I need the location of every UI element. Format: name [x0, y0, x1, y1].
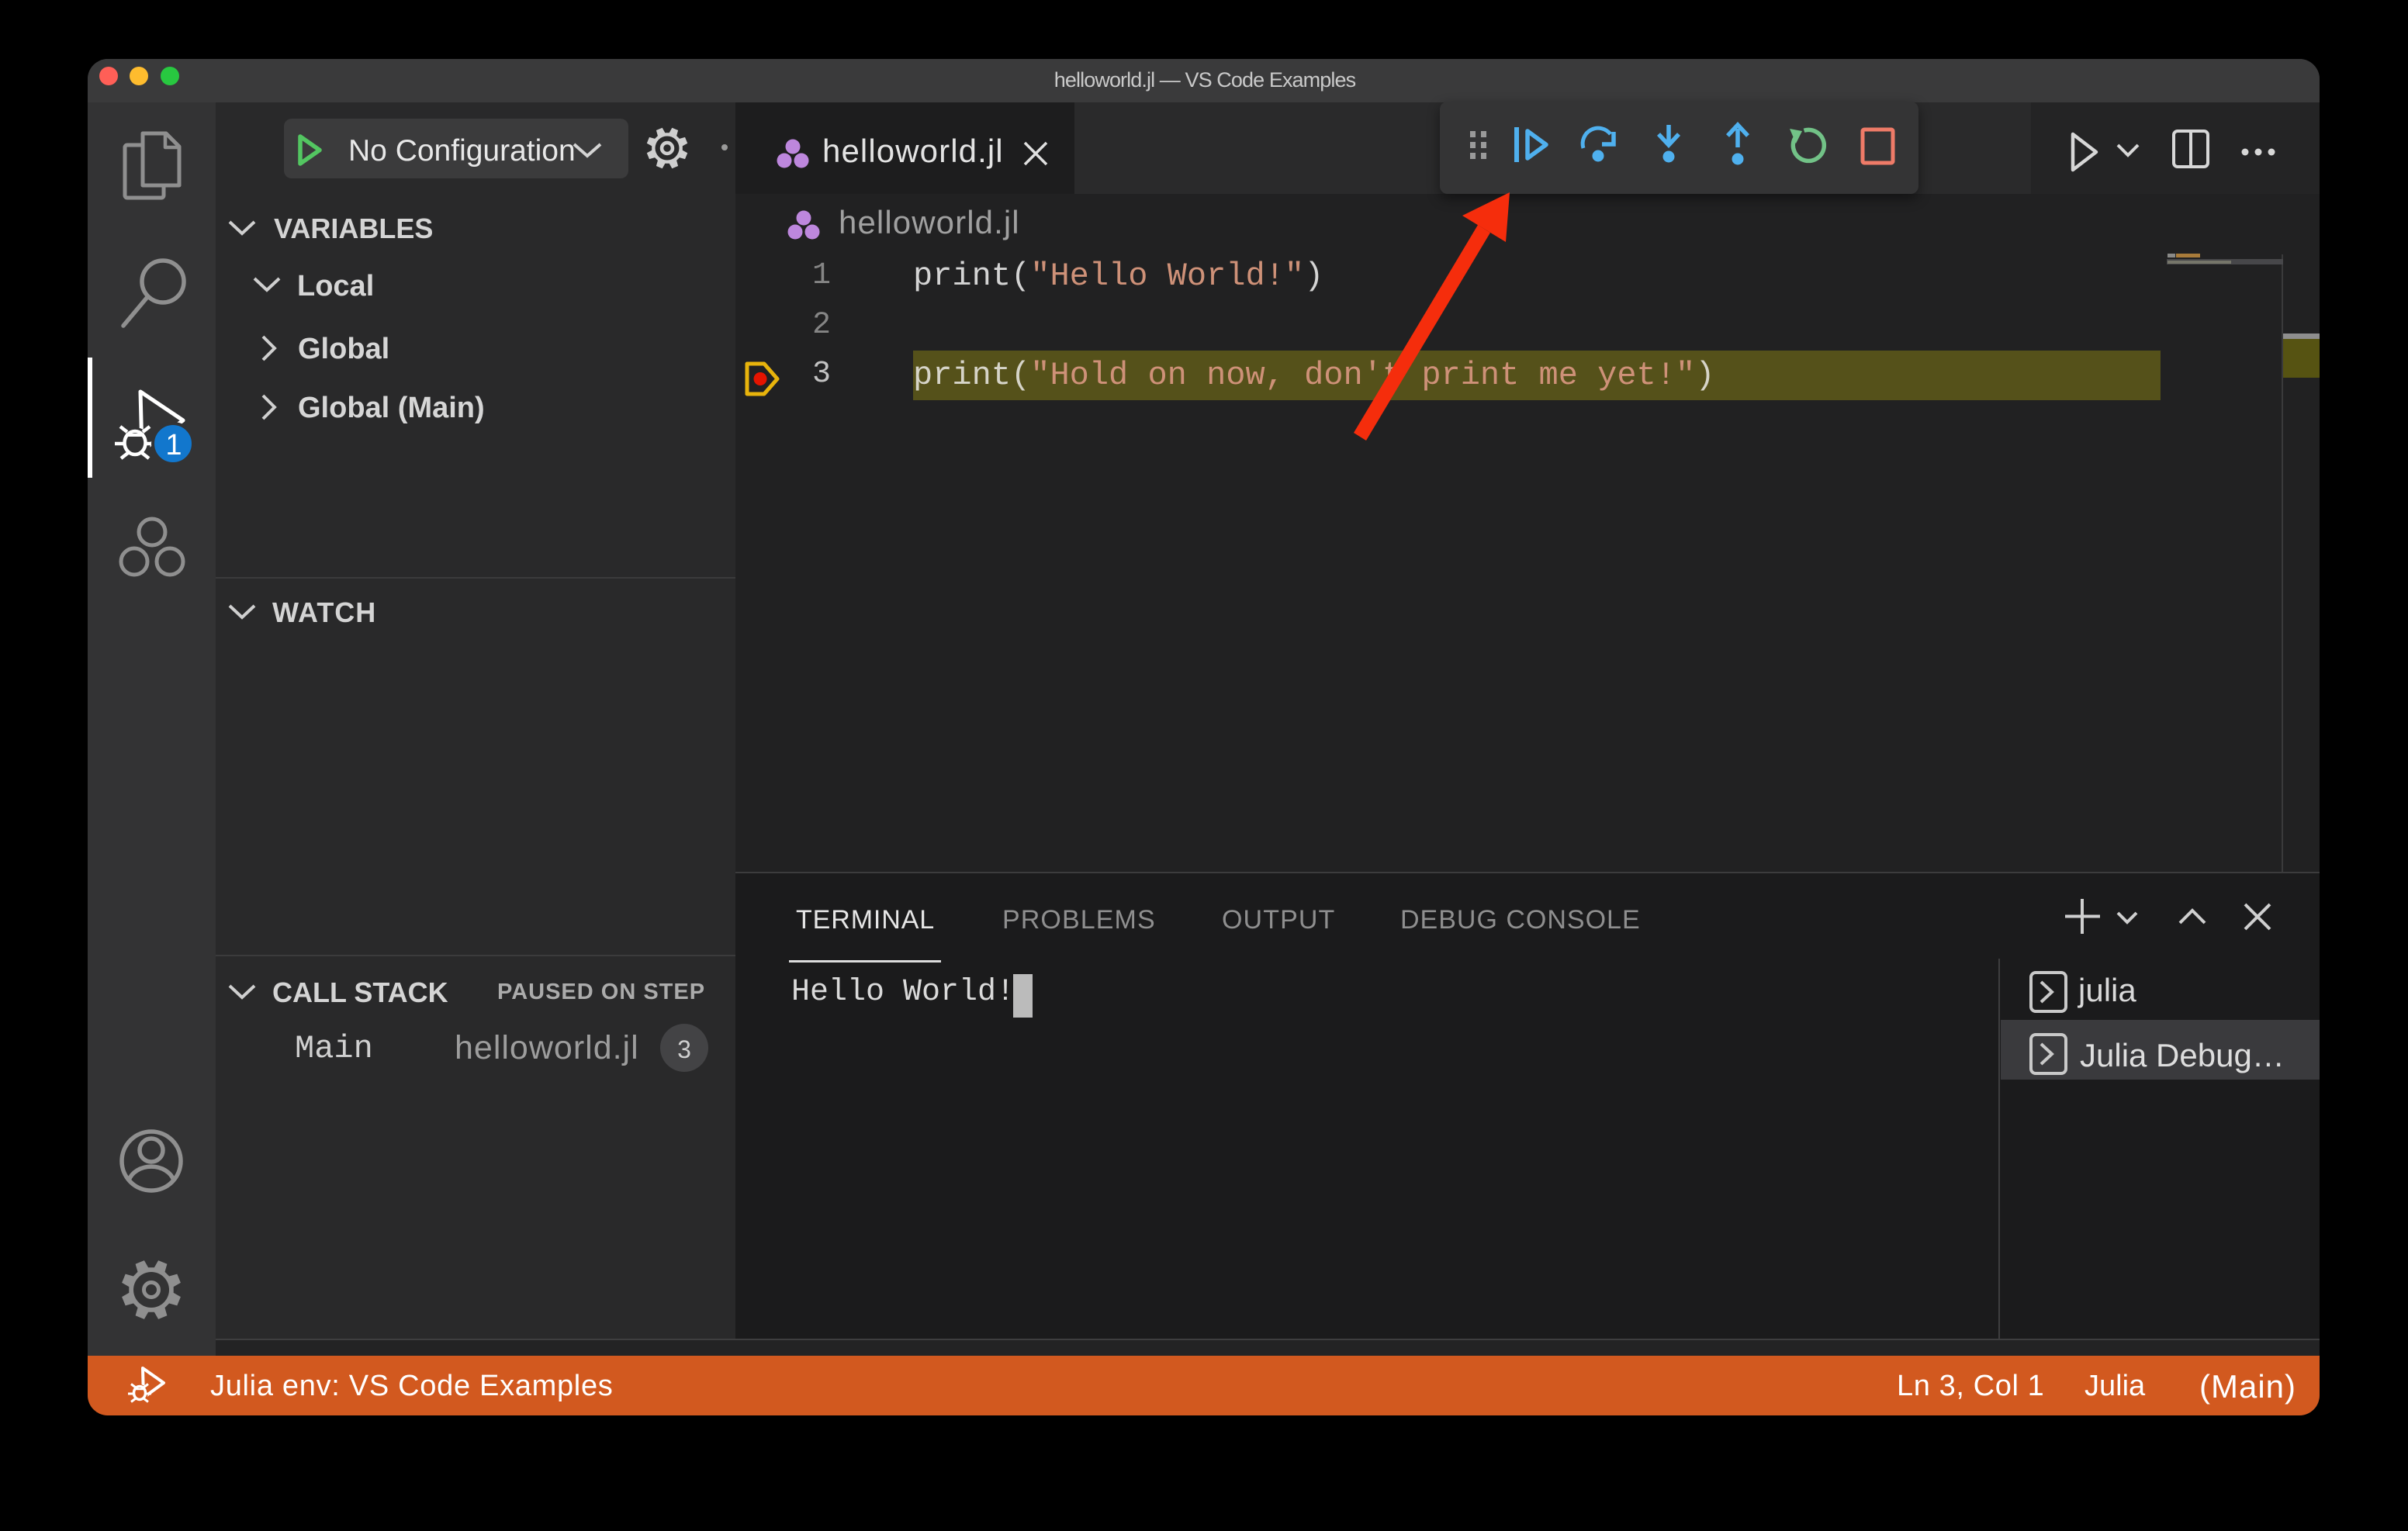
svg-text:1: 1 [165, 429, 182, 461]
